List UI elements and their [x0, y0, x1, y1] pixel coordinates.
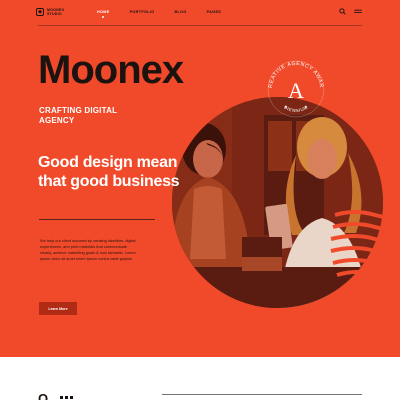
hero-divider — [39, 219, 155, 220]
logo[interactable]: ◆ MOONEX STUDIO — [36, 8, 77, 17]
shield-icon: ◆ — [36, 8, 44, 17]
section-title: O — [38, 391, 49, 400]
nav-item-portfolio[interactable]: PORTFOLIO — [130, 10, 155, 14]
top-navbar: ◆ MOONEX STUDIO HOME PORTFOLIO BLOG PAGE… — [0, 0, 400, 26]
wave-stripes-decoration — [330, 210, 395, 291]
award-badge: CREATIVE AGENCY AWARD A BIENNIUM ★ ★ — [261, 52, 329, 122]
nav-icons — [339, 8, 362, 15]
star-icon: ★ — [284, 104, 288, 109]
hero-section: ◆ MOONEX STUDIO HOME PORTFOLIO BLOG PAGE… — [0, 0, 400, 357]
learn-more-button[interactable]: Learn More — [39, 302, 77, 315]
hero-tagline: CRAFTING DIGITAL AGENCY — [39, 106, 118, 126]
logo-text: MOONEX STUDIO — [47, 8, 65, 17]
section-rule — [162, 394, 362, 395]
menu-icon[interactable] — [354, 9, 362, 15]
nav-divider — [38, 25, 362, 26]
nav-item-blog[interactable]: BLOG — [174, 10, 186, 14]
nav-item-pages[interactable]: PAGES — [207, 10, 222, 14]
search-icon[interactable] — [339, 8, 346, 15]
brand-title: Moonex — [38, 48, 184, 92]
section-dots — [60, 396, 73, 399]
badge-letter: A — [288, 78, 304, 103]
star-icon: ★ — [304, 104, 308, 109]
nav-item-home[interactable]: HOME — [97, 10, 110, 18]
hero-body-text: We help our client succeed by creating i… — [40, 238, 136, 262]
hero-headline: Good design mean that good business — [38, 154, 180, 190]
main-menu: HOME PORTFOLIO BLOG PAGES — [97, 10, 241, 18]
